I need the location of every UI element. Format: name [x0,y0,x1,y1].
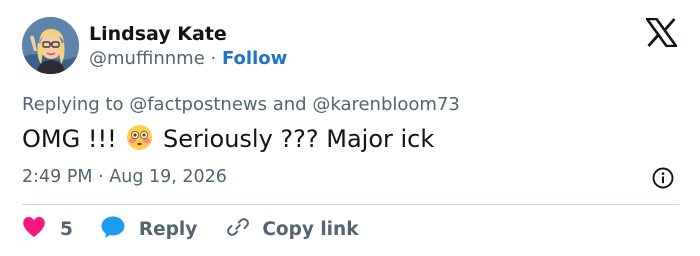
reply-button[interactable]: Reply [100,215,197,243]
timestamp-separator: · [98,167,104,187]
timestamp-date: Aug 19, 2026 [109,167,227,187]
mention-karenbloom73[interactable]: @karenbloom73 [312,94,460,115]
author-handle-row: @muffinnme · Follow [89,48,287,69]
avatar[interactable] [22,17,79,74]
heart-icon [22,216,46,242]
follow-button[interactable]: Follow [222,48,287,69]
action-bar: 5 Reply Copy link [22,215,359,243]
author-handle[interactable]: @muffinnme [89,48,205,69]
link-icon [225,214,251,244]
divider [22,204,679,205]
tweet-text-part1: OMG !!! [22,125,117,153]
timestamp[interactable]: 2:49 PM · Aug 19, 2026 [22,167,227,187]
x-logo-icon[interactable] [644,17,679,48]
author-name[interactable]: Lindsay Kate [89,23,227,45]
like-button[interactable]: 5 [22,216,73,242]
reply-label: Reply [138,218,198,240]
timestamp-time: 2:49 PM [22,167,93,187]
copy-link-label: Copy link [262,218,359,240]
copy-link-button[interactable]: Copy link [225,214,359,244]
tweet-text-part2: Seriously ??? Major ick [162,125,435,153]
tweet-text: OMG !!! Seriously ??? Major ick [22,124,434,153]
like-count: 5 [60,218,73,240]
info-icon[interactable] [651,166,675,190]
handle-separator: · [210,48,217,69]
replying-conjunction: and [272,94,307,115]
speech-bubble-icon [100,215,126,243]
replying-prefix: Replying to [22,94,124,115]
reply-context: Replying to @factpostnews and @karenbloo… [22,94,460,115]
flushed-face-emoji-icon [126,124,153,151]
mention-factpostnews[interactable]: @factpostnews [129,94,267,115]
